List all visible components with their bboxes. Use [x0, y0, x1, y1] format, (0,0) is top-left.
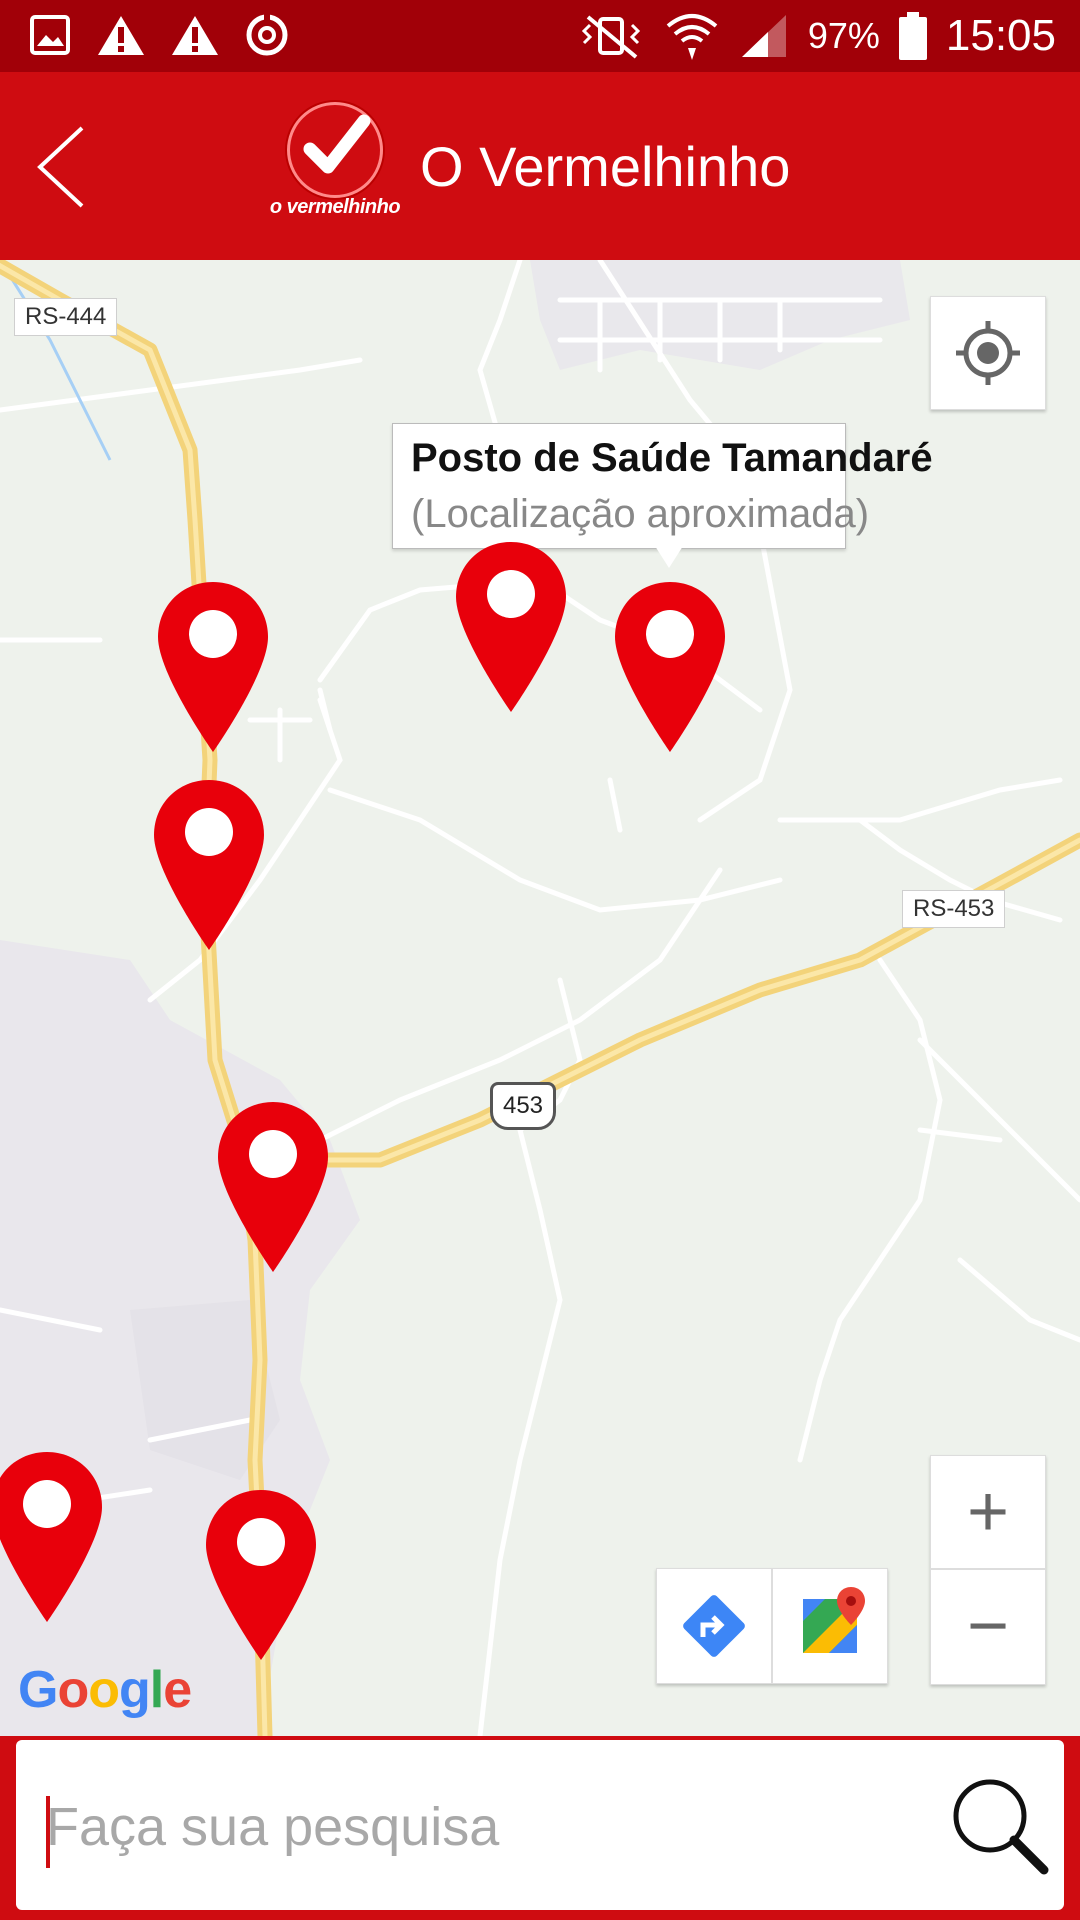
warning-icon [172, 16, 218, 55]
map-pin[interactable] [206, 1490, 316, 1660]
logo-badge [287, 102, 383, 198]
checkmark-icon [303, 114, 371, 174]
chevron-left-icon [37, 126, 84, 208]
directions-icon [683, 1595, 745, 1657]
zoom-controls: + − [930, 1455, 1046, 1685]
map-pin[interactable] [154, 780, 264, 950]
road-label-rs444: RS-444 [14, 298, 118, 336]
search-input[interactable] [44, 1776, 928, 1878]
wifi-icon [666, 14, 718, 60]
battery-percent: 97% [807, 15, 880, 56]
signal-icon [741, 15, 786, 57]
search-bar [16, 1740, 1064, 1910]
map-view[interactable]: RS-444 RS-453 453 Posto de Saúde Tamanda… [0, 260, 1080, 1736]
map-toolbar [656, 1568, 888, 1684]
battery-icon [898, 12, 927, 60]
map-pin[interactable] [158, 582, 268, 752]
zoom-out-button[interactable]: − [931, 1570, 1045, 1682]
search-footer [0, 1736, 1080, 1920]
gallery-icon [30, 15, 70, 55]
map-pin[interactable] [456, 542, 566, 712]
app-bar: o vermelhinho O Vermelhinho [0, 72, 1080, 260]
my-location-button[interactable] [930, 296, 1046, 410]
clock: 15:05 [945, 11, 1056, 60]
warning-icon [98, 16, 144, 55]
zoom-in-button[interactable]: + [931, 1456, 1045, 1570]
road-label-rs453: RS-453 [902, 890, 1006, 928]
status-bar: 97% 15:05 [0, 0, 1080, 72]
directions-button[interactable] [657, 1569, 773, 1683]
sync-icon [246, 14, 288, 56]
crosshair-icon [956, 321, 1020, 385]
marker-info-window[interactable]: Posto de Saúde Tamandaré (Localização ap… [392, 423, 933, 568]
info-window-title: Posto de Saúde Tamandaré [411, 436, 933, 480]
info-window-subtitle: (Localização aproximada) [411, 492, 870, 536]
info-window-pointer [655, 546, 683, 568]
search-icon [953, 1779, 1049, 1875]
vibrate-icon [581, 15, 640, 59]
google-maps-icon [803, 1587, 865, 1653]
page-title: O Vermelhinho [420, 135, 791, 198]
google-attribution: Google [18, 1661, 192, 1719]
map-pin[interactable] [218, 1102, 328, 1272]
map-pin-selected[interactable] [615, 582, 725, 752]
route-badge-453: 453 [490, 1082, 556, 1130]
back-button[interactable] [30, 122, 100, 212]
open-in-maps-button[interactable] [773, 1569, 887, 1683]
search-button[interactable] [944, 1770, 1054, 1880]
app-logo: o vermelhinho [260, 102, 410, 232]
map-pin[interactable] [0, 1452, 102, 1622]
logo-text: o vermelhinho [269, 196, 401, 218]
